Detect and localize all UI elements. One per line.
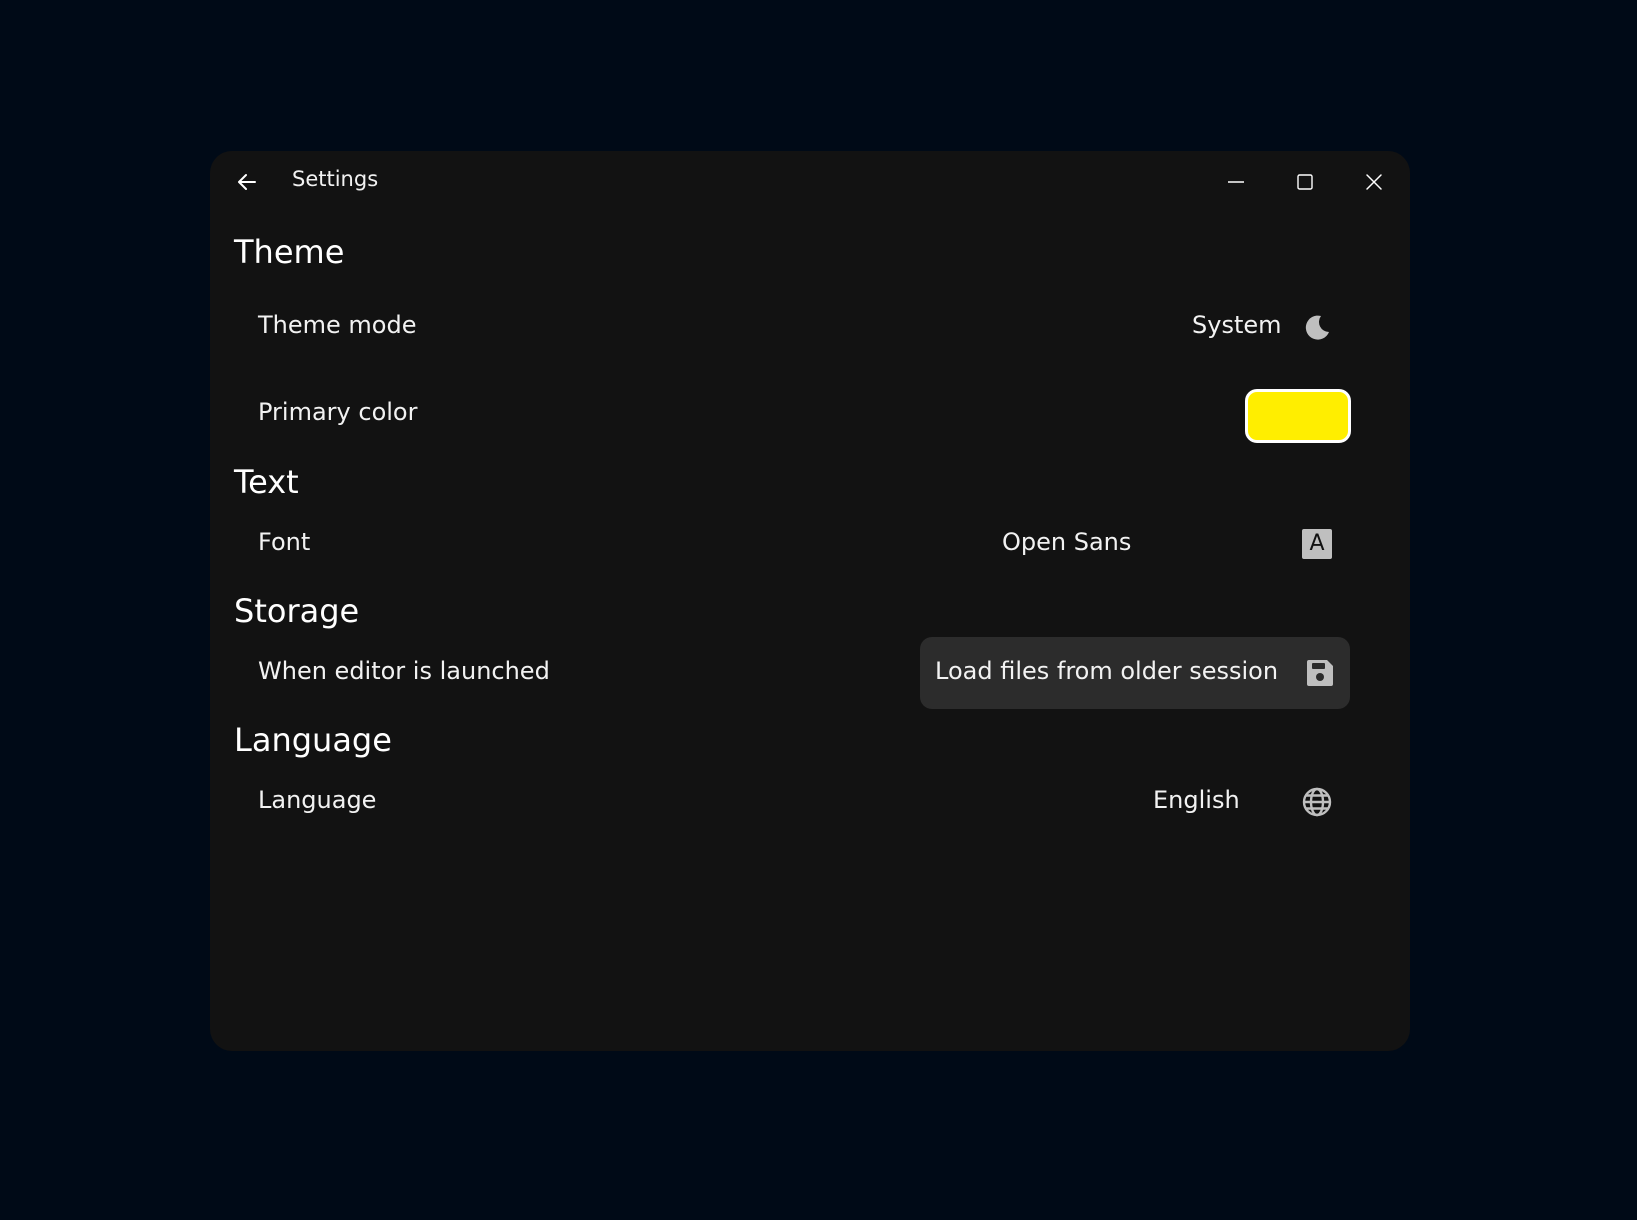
arrow-left-icon	[238, 174, 256, 190]
language-button[interactable]	[1301, 786, 1333, 818]
launch-behavior-value: Load files from older session	[935, 657, 1279, 685]
moon-icon	[1305, 315, 1329, 340]
back-button[interactable]	[228, 163, 266, 201]
window-title: Settings	[292, 167, 379, 191]
theme-mode-label: Theme mode	[258, 311, 417, 339]
close-button[interactable]	[1354, 163, 1394, 201]
language-label: Language	[258, 786, 377, 814]
minimize-button[interactable]	[1216, 163, 1256, 201]
maximize-button[interactable]	[1285, 163, 1325, 201]
settings-window: Settings Theme Theme mode System Primary…	[210, 151, 1410, 1051]
font-button[interactable]: A	[1301, 528, 1333, 560]
maximize-icon	[1297, 174, 1313, 190]
language-value[interactable]: English	[1153, 786, 1240, 814]
launch-label: When editor is launched	[258, 657, 550, 685]
font-label: Font	[258, 528, 311, 556]
section-title-language: Language	[234, 721, 392, 759]
title-bar: Settings	[210, 151, 1410, 211]
theme-mode-value[interactable]: System	[1192, 311, 1282, 339]
floppy-disk-icon	[1307, 660, 1333, 686]
font-value[interactable]: Open Sans	[1002, 528, 1131, 556]
section-title-storage: Storage	[234, 592, 360, 630]
section-title-theme: Theme	[234, 233, 345, 271]
section-title-text: Text	[234, 463, 299, 501]
close-icon	[1366, 174, 1382, 190]
launch-behavior-button[interactable]: Load files from older session	[920, 637, 1350, 709]
font-a-icon: A	[1302, 529, 1332, 559]
minimize-icon	[1228, 181, 1244, 183]
globe-icon	[1302, 787, 1332, 817]
primary-color-label: Primary color	[258, 398, 418, 426]
primary-color-swatch[interactable]	[1245, 389, 1351, 443]
theme-mode-button[interactable]	[1301, 312, 1333, 344]
